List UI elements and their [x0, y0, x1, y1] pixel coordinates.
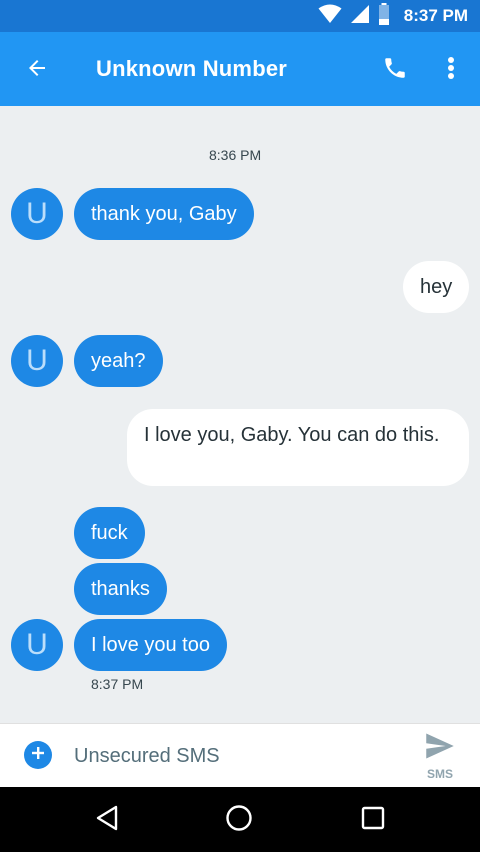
wifi-icon	[318, 4, 342, 29]
message-timestamp: 8:36 PM	[209, 147, 262, 163]
contact-avatar[interactable]: U	[11, 335, 63, 387]
contact-avatar[interactable]: U	[11, 188, 63, 240]
back-button[interactable]	[20, 53, 54, 87]
status-bar: 8:37 PM	[0, 0, 480, 32]
send-label: SMS	[426, 767, 453, 781]
back-nav-icon	[95, 805, 119, 836]
incoming-message-bubble[interactable]: I love you too	[74, 619, 227, 671]
signal-icon	[350, 4, 370, 29]
message-timestamp: 8:37 PM	[91, 676, 144, 692]
avatar-letter: U	[26, 628, 48, 661]
phone-icon	[382, 55, 408, 86]
incoming-message-bubble[interactable]: fuck	[74, 507, 145, 559]
send-icon	[425, 732, 455, 765]
incoming-message-bubble[interactable]: yeah?	[74, 335, 163, 387]
recents-nav-button[interactable]	[356, 803, 390, 837]
conversation-title: Unknown Number	[96, 56, 288, 81]
outgoing-message-bubble[interactable]: hey	[403, 261, 470, 313]
send-button[interactable]: SMS	[414, 732, 466, 782]
navigation-bar	[0, 787, 480, 852]
back-nav-button[interactable]	[90, 803, 124, 837]
more-vert-icon	[447, 56, 455, 85]
app-bar: Unknown Number	[0, 32, 480, 106]
plus-icon	[30, 745, 46, 766]
back-arrow-icon	[25, 56, 49, 85]
status-time: 8:37 PM	[403, 6, 468, 25]
call-button[interactable]	[378, 53, 412, 87]
compose-bar: SMS	[0, 723, 480, 787]
message-input[interactable]	[74, 738, 394, 774]
message-list[interactable]: 8:36 PM U thank you, Gaby hey U yeah? I …	[0, 106, 480, 723]
attach-button[interactable]	[24, 741, 52, 769]
recents-nav-icon	[361, 806, 385, 835]
more-options-button[interactable]	[437, 53, 465, 87]
outgoing-message-bubble[interactable]: I love you, Gaby. You can do this.	[127, 409, 469, 486]
avatar-letter: U	[26, 197, 48, 230]
battery-icon	[378, 2, 390, 30]
contact-avatar[interactable]: U	[11, 619, 63, 671]
home-nav-icon	[225, 804, 253, 837]
avatar-letter: U	[26, 344, 48, 377]
status-icons: 8:37 PM	[318, 0, 468, 32]
home-nav-button[interactable]	[222, 803, 256, 837]
incoming-message-bubble[interactable]: thank you, Gaby	[74, 188, 254, 240]
incoming-message-bubble[interactable]: thanks	[74, 563, 167, 615]
